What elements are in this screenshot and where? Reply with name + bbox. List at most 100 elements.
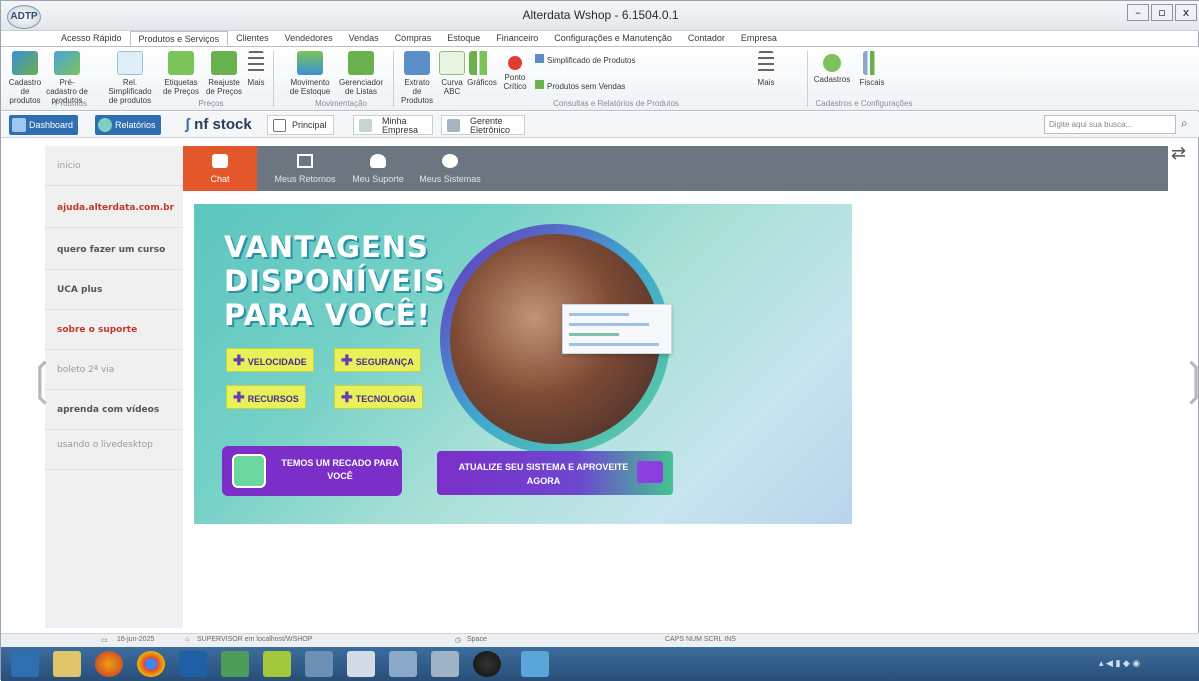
- system-tray-icon[interactable]: ▴ ◀ ▮ ◆ ◉: [1099, 658, 1140, 669]
- tab-financeiro[interactable]: Financeiro: [488, 31, 546, 47]
- button-label: Movimento de Estoque: [289, 78, 331, 96]
- swap-icon[interactable]: ⇄: [1171, 143, 1186, 164]
- tab-meu-suporte[interactable]: Meu Suporte: [345, 146, 411, 191]
- next-arrow-icon[interactable]: ❳: [1176, 354, 1199, 405]
- status-keys: CAPS NUM SCRL INS: [665, 636, 736, 643]
- app-icon[interactable]: [389, 651, 417, 677]
- video-play-icon: [232, 454, 266, 488]
- tab-meus-retornos[interactable]: Meus Retornos: [267, 146, 343, 191]
- button-label: Mais: [247, 78, 265, 87]
- separator: [393, 51, 394, 107]
- banner-headline-2: DISPONÍVEIS: [224, 264, 446, 298]
- tab-label: Gerente Eletrônico: [470, 116, 511, 135]
- promo-banner[interactable]: VANTAGENS DISPONÍVEIS PARA VOCÊ! ✚ VELOCI…: [194, 204, 852, 524]
- reajuste-precos-button[interactable]: Reajuste de Preços: [205, 51, 243, 96]
- rel-simplificado-button[interactable]: Rel. Simplificado de produtos: [105, 51, 155, 105]
- app-icon[interactable]: [221, 651, 249, 677]
- sidebar-item-boleto[interactable]: boleto 2ª via: [45, 350, 183, 390]
- status-space: Space: [467, 636, 487, 643]
- prev-arrow-icon[interactable]: ❲: [23, 354, 60, 405]
- start-button-icon[interactable]: [11, 651, 39, 677]
- sidebar-item-ajuda[interactable]: ajuda.alterdata.com.br: [45, 188, 183, 228]
- tab-empresa[interactable]: Empresa: [733, 31, 785, 47]
- sidebar-item-inicio[interactable]: início: [45, 146, 183, 186]
- mais-consultas-button[interactable]: Mais: [753, 51, 779, 87]
- sidebar-item-label: início: [57, 161, 81, 171]
- recado-button[interactable]: TEMOS UM RECADO PARA VOCÊ: [222, 446, 402, 496]
- tab-meus-sistemas[interactable]: Meus Sistemas: [415, 146, 485, 191]
- separator: [273, 51, 274, 107]
- tab-contador[interactable]: Contador: [680, 31, 733, 47]
- app-icon[interactable]: [347, 651, 375, 677]
- tab-minha-empresa[interactable]: Minha Empresa: [353, 115, 433, 135]
- tab-vendas[interactable]: Vendas: [341, 31, 387, 47]
- produtos-sem-vendas-link[interactable]: Produtos sem Vendas: [535, 80, 647, 91]
- sidebar-item-suporte[interactable]: sobre o suporte: [45, 310, 183, 350]
- app-icon[interactable]: [521, 651, 549, 677]
- tab-gerente-eletronico[interactable]: Gerente Eletrônico: [441, 115, 525, 135]
- curva-abc-button[interactable]: Curva ABC: [439, 51, 465, 96]
- fiscais-button[interactable]: Fiscais: [857, 51, 887, 87]
- report-icon: [98, 118, 112, 132]
- tab-produtos-servicos[interactable]: Produtos e Serviços: [129, 31, 229, 47]
- app-icon[interactable]: [263, 651, 291, 677]
- tab-compras[interactable]: Compras: [387, 31, 440, 47]
- file-explorer-icon[interactable]: [53, 651, 81, 677]
- search-icon[interactable]: ⌕: [1181, 116, 1188, 131]
- ponto-critico-button[interactable]: Ponto Crítico: [499, 51, 531, 91]
- app-icon[interactable]: [473, 651, 501, 677]
- plus-icon: ✚: [233, 389, 245, 405]
- tab-label: Meu Suporte: [352, 174, 404, 184]
- sidebar-item-videos[interactable]: aprenda com vídeos: [45, 390, 183, 430]
- relatorios-button[interactable]: Relatórios: [95, 115, 161, 135]
- cadastro-produtos-button[interactable]: Cadastro de produtos: [7, 51, 43, 105]
- taskbar: ▴ ◀ ▮ ◆ ◉: [1, 647, 1199, 681]
- atualize-button[interactable]: ATUALIZE SEU SISTEMA E APROVEITE AGORA: [437, 451, 673, 495]
- close-button[interactable]: x: [1175, 4, 1197, 21]
- title-bar: ADTP Alterdata Wshop - 6.1504.0.1 – ▫ x: [1, 1, 1199, 31]
- tab-acesso-rapido[interactable]: Acesso Rápido: [53, 31, 130, 47]
- extract-icon: [404, 51, 430, 75]
- button-label: Mais: [757, 78, 775, 87]
- chrome-icon[interactable]: [137, 651, 165, 677]
- search-input[interactable]: Digite aqui sua busca...: [1044, 115, 1176, 134]
- alert-icon: [508, 56, 522, 70]
- sidebar-item-uca-plus[interactable]: UCA plus: [45, 270, 183, 310]
- app-icon[interactable]: [305, 651, 333, 677]
- app-icon[interactable]: [179, 651, 207, 677]
- pre-cadastro-button[interactable]: Pré-cadastro de produtos: [45, 51, 89, 105]
- graficos-button[interactable]: Gráficos: [467, 51, 497, 87]
- minimize-button[interactable]: –: [1127, 4, 1149, 21]
- tab-clientes[interactable]: Clientes: [228, 31, 277, 47]
- extrato-produtos-button[interactable]: Extrato de Produtos: [399, 51, 435, 105]
- status-bar: ▭ 16-jun-2025 ⌂ SUPERVISOR em localhost/…: [1, 633, 1199, 647]
- banner-headline-3: PARA VOCÊ!: [224, 298, 431, 332]
- dashboard-icon: [12, 118, 26, 132]
- etiquetas-button[interactable]: Etiquetas de Preços: [161, 51, 201, 96]
- sidebar-item-curso[interactable]: quero fazer um curso: [45, 230, 183, 270]
- tag-label: TECNOLOGIA: [355, 394, 416, 404]
- tab-chat[interactable]: Chat: [183, 146, 257, 191]
- screen-line: [569, 313, 629, 316]
- tab-principal[interactable]: Principal: [267, 115, 334, 135]
- gerenciador-listas-button[interactable]: Gerenciador de Listas: [339, 51, 383, 96]
- button-label: Ponto Crítico: [503, 73, 527, 91]
- dashboard-button[interactable]: Dashboard: [9, 115, 79, 135]
- firefox-icon[interactable]: [95, 651, 123, 677]
- chat-icon: [212, 154, 228, 168]
- list-label: Simplificado de Produtos: [547, 56, 636, 65]
- list-label: Produtos sem Vendas: [547, 82, 626, 91]
- tab-vendedores[interactable]: Vendedores: [277, 31, 341, 47]
- button-label: Gráficos: [467, 78, 497, 87]
- cadastros-button[interactable]: Cadastros: [813, 51, 851, 84]
- tab-estoque[interactable]: Estoque: [439, 31, 488, 47]
- movimento-estoque-button[interactable]: Movimento de Estoque: [287, 51, 333, 96]
- nfstock-logo[interactable]: ʃ nf stock: [185, 114, 252, 136]
- ribbon-tabs: Acesso Rápido Produtos e Serviços Client…: [53, 31, 785, 47]
- app-icon[interactable]: [431, 651, 459, 677]
- restore-button[interactable]: ▫: [1151, 4, 1173, 21]
- tab-configuracoes[interactable]: Configurações e Manutenção: [546, 31, 680, 47]
- mais-precos-button[interactable]: Mais: [245, 51, 267, 87]
- simplificado-produtos-link[interactable]: Simplificado de Produtos: [535, 54, 647, 65]
- sidebar-item-livedesktop[interactable]: usando o livedesktop: [45, 430, 183, 470]
